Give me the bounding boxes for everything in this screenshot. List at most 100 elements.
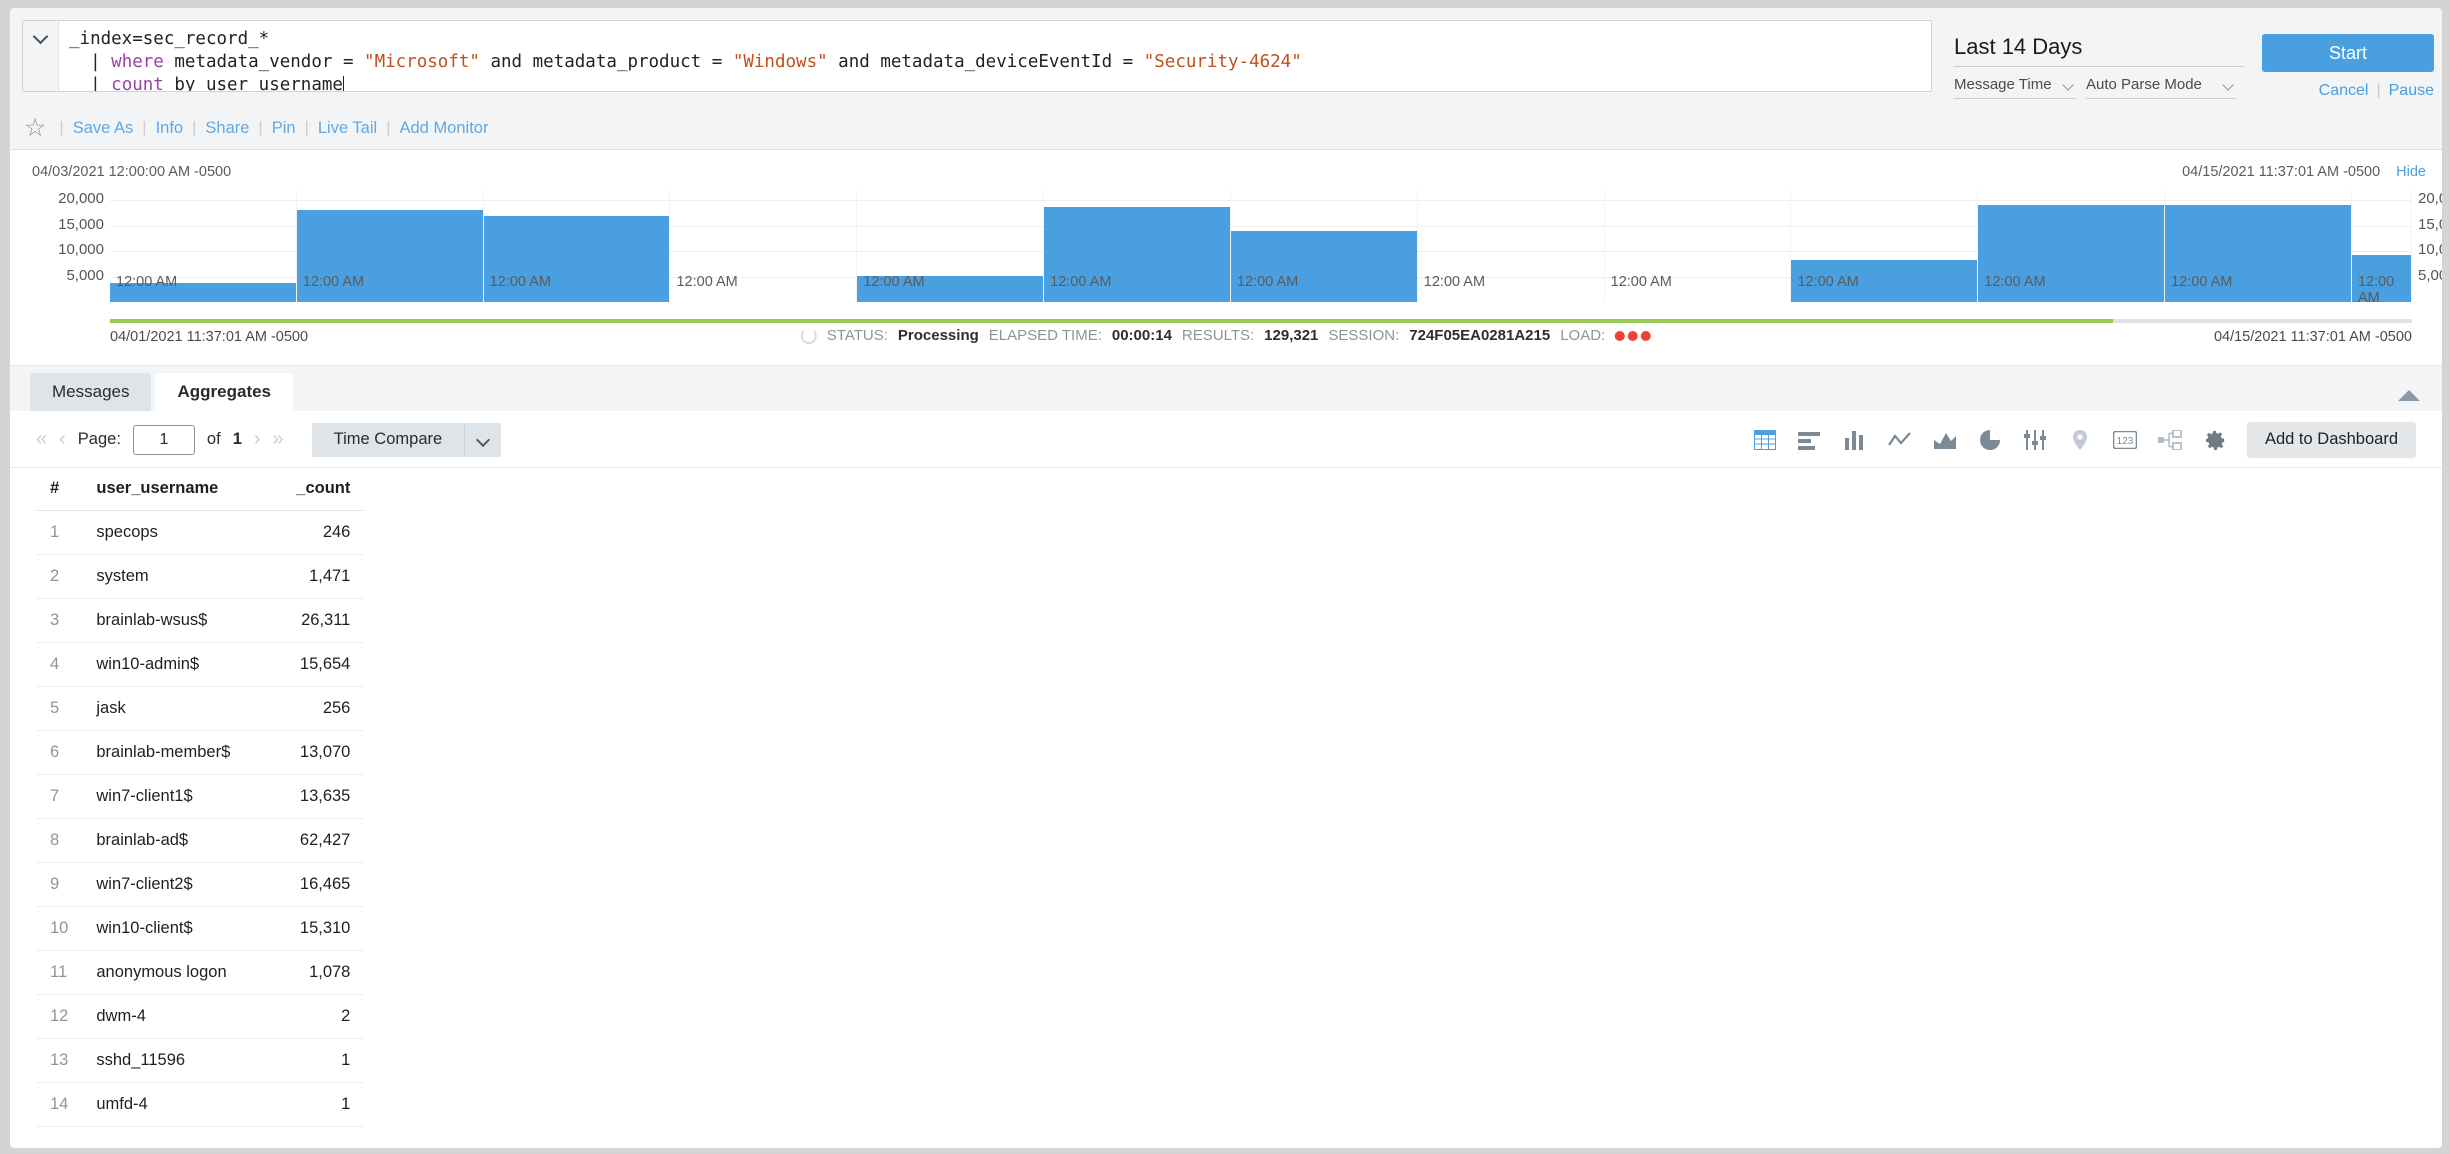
parse-mode-select[interactable]: Auto Parse Mode bbox=[2086, 76, 2236, 99]
table-row[interactable]: 12dwm-42 bbox=[36, 994, 364, 1038]
table-view-icon[interactable] bbox=[1752, 427, 1778, 453]
cell-user-username[interactable]: dwm-4 bbox=[82, 994, 272, 1038]
cell-count[interactable]: 1 bbox=[272, 1038, 364, 1082]
pie-chart-icon[interactable] bbox=[1977, 427, 2003, 453]
results-toolbar: « ‹ Page: of 1 › » Time Compare bbox=[10, 412, 2442, 468]
query-expand-toggle[interactable] bbox=[23, 21, 59, 91]
table-row[interactable]: 9win7-client2$16,465 bbox=[36, 862, 364, 906]
query-editor[interactable]: _index=sec_record_* | where metadata_ven… bbox=[22, 20, 1932, 92]
info-link[interactable]: Info bbox=[156, 119, 184, 138]
status-line: STATUS: Processing ELAPSED TIME: 00:00:1… bbox=[801, 327, 1651, 344]
cell-user-username[interactable]: win7-client1$ bbox=[82, 774, 272, 818]
cell-count[interactable]: 62,427 bbox=[272, 818, 364, 862]
cell-count[interactable]: 13,070 bbox=[272, 730, 364, 774]
start-button[interactable]: Start bbox=[2262, 34, 2434, 72]
table-row[interactable]: 10win10-client$15,310 bbox=[36, 906, 364, 950]
run-controls: Start Cancel | Pause bbox=[2262, 20, 2442, 100]
cell-user-username[interactable]: win7-client2$ bbox=[82, 862, 272, 906]
table-row[interactable]: 7win7-client1$13,635 bbox=[36, 774, 364, 818]
favorite-star-icon[interactable]: ☆ bbox=[24, 116, 46, 141]
cell-count[interactable]: 246 bbox=[272, 510, 364, 554]
cell-count[interactable]: 16,465 bbox=[272, 862, 364, 906]
table-row[interactable]: 6brainlab-member$13,070 bbox=[36, 730, 364, 774]
last-page-icon[interactable]: » bbox=[273, 428, 284, 451]
time-range-selector[interactable]: Last 14 Days bbox=[1954, 34, 2244, 67]
table-row[interactable]: 2system1,471 bbox=[36, 554, 364, 598]
column-header-count[interactable]: _count bbox=[272, 468, 364, 510]
horizontal-bar-chart-icon[interactable] bbox=[1797, 427, 1823, 453]
next-page-icon[interactable]: › bbox=[254, 428, 261, 451]
live-tail-link[interactable]: Live Tail bbox=[318, 119, 377, 138]
table-row[interactable]: 14umfd-41 bbox=[36, 1082, 364, 1126]
first-page-icon[interactable]: « bbox=[36, 428, 47, 451]
time-compare-button[interactable]: Time Compare bbox=[312, 423, 466, 457]
page-label: Page: bbox=[78, 430, 121, 449]
line-chart-icon[interactable] bbox=[1887, 427, 1913, 453]
time-type-select[interactable]: Message Time bbox=[1954, 76, 2076, 99]
tab-aggregates[interactable]: Aggregates bbox=[155, 373, 293, 411]
cell-user-username[interactable]: umfd-4 bbox=[82, 1082, 272, 1126]
share-link[interactable]: Share bbox=[205, 119, 249, 138]
cell-user-username[interactable]: anonymous logon bbox=[82, 950, 272, 994]
collapse-panel-icon[interactable] bbox=[2398, 390, 2420, 401]
table-row[interactable]: 5jask256 bbox=[36, 686, 364, 730]
cell-count[interactable]: 256 bbox=[272, 686, 364, 730]
box-plot-icon[interactable] bbox=[2022, 427, 2048, 453]
page-number-input[interactable] bbox=[133, 425, 195, 455]
cell-user-username[interactable]: brainlab-member$ bbox=[82, 730, 272, 774]
progress-start-time: 04/01/2021 11:37:01 AM -0500 bbox=[110, 329, 308, 345]
save-as-link[interactable]: Save As bbox=[73, 119, 134, 138]
cell-count[interactable]: 26,311 bbox=[272, 598, 364, 642]
y-axis-tick-label: 10,000 bbox=[18, 241, 104, 258]
cell-count[interactable]: 1,078 bbox=[272, 950, 364, 994]
table-row[interactable]: 3brainlab-wsus$26,311 bbox=[36, 598, 364, 642]
cell-user-username[interactable]: specops bbox=[82, 510, 272, 554]
map-pin-icon[interactable] bbox=[2067, 427, 2093, 453]
query-keyword-where: where bbox=[111, 52, 164, 72]
cell-user-username[interactable]: brainlab-ad$ bbox=[82, 818, 272, 862]
column-chart-icon[interactable] bbox=[1842, 427, 1868, 453]
tab-messages[interactable]: Messages bbox=[30, 373, 151, 411]
x-axis-labels: 12:00 AM12:00 AM12:00 AM12:00 AM12:00 AM… bbox=[110, 274, 2412, 306]
column-header-index[interactable]: # bbox=[36, 468, 82, 510]
table-row[interactable]: 4win10-admin$15,654 bbox=[36, 642, 364, 686]
cell-user-username[interactable]: sshd_11596 bbox=[82, 1038, 272, 1082]
total-pages: 1 bbox=[233, 430, 242, 449]
aggregates-table-wrap: # user_username _count 1specops2462syste… bbox=[10, 468, 2442, 1127]
cell-user-username[interactable]: system bbox=[82, 554, 272, 598]
add-monitor-link[interactable]: Add Monitor bbox=[400, 119, 489, 138]
single-value-icon[interactable]: 123 bbox=[2112, 427, 2138, 453]
text-caret bbox=[343, 76, 344, 92]
cell-count[interactable]: 15,310 bbox=[272, 906, 364, 950]
progress-fill bbox=[110, 319, 2113, 323]
cell-index: 8 bbox=[36, 818, 82, 862]
cell-count[interactable]: 1 bbox=[272, 1082, 364, 1126]
cell-count[interactable]: 15,654 bbox=[272, 642, 364, 686]
of-label: of bbox=[207, 430, 221, 449]
prev-page-icon[interactable]: ‹ bbox=[59, 428, 66, 451]
hide-histogram-link[interactable]: Hide bbox=[2396, 164, 2426, 180]
query-text[interactable]: _index=sec_record_* | where metadata_ven… bbox=[59, 21, 1931, 91]
column-header-user-username[interactable]: user_username bbox=[82, 468, 272, 510]
search-progress-row: 04/01/2021 11:37:01 AM -0500 04/15/2021 … bbox=[10, 313, 2442, 365]
add-to-dashboard-button[interactable]: Add to Dashboard bbox=[2247, 422, 2416, 458]
cancel-link[interactable]: Cancel bbox=[2319, 82, 2369, 100]
cell-user-username[interactable]: brainlab-wsus$ bbox=[82, 598, 272, 642]
table-row[interactable]: 8brainlab-ad$62,427 bbox=[36, 818, 364, 862]
area-chart-icon[interactable] bbox=[1932, 427, 1958, 453]
cell-count[interactable]: 1,471 bbox=[272, 554, 364, 598]
cell-count[interactable]: 2 bbox=[272, 994, 364, 1038]
time-compare-dropdown-icon[interactable] bbox=[465, 423, 501, 457]
pause-link[interactable]: Pause bbox=[2389, 82, 2434, 100]
cell-user-username[interactable]: win10-client$ bbox=[82, 906, 272, 950]
cell-user-username[interactable]: jask bbox=[82, 686, 272, 730]
tree-map-icon[interactable] bbox=[2157, 427, 2183, 453]
table-row[interactable]: 1specops246 bbox=[36, 510, 364, 554]
cell-count[interactable]: 13,635 bbox=[272, 774, 364, 818]
table-row[interactable]: 13sshd_115961 bbox=[36, 1038, 364, 1082]
cell-user-username[interactable]: win10-admin$ bbox=[82, 642, 272, 686]
pin-link[interactable]: Pin bbox=[272, 119, 296, 138]
table-row[interactable]: 11anonymous logon1,078 bbox=[36, 950, 364, 994]
gear-icon[interactable] bbox=[2202, 427, 2228, 453]
status-value: Processing bbox=[898, 327, 979, 344]
